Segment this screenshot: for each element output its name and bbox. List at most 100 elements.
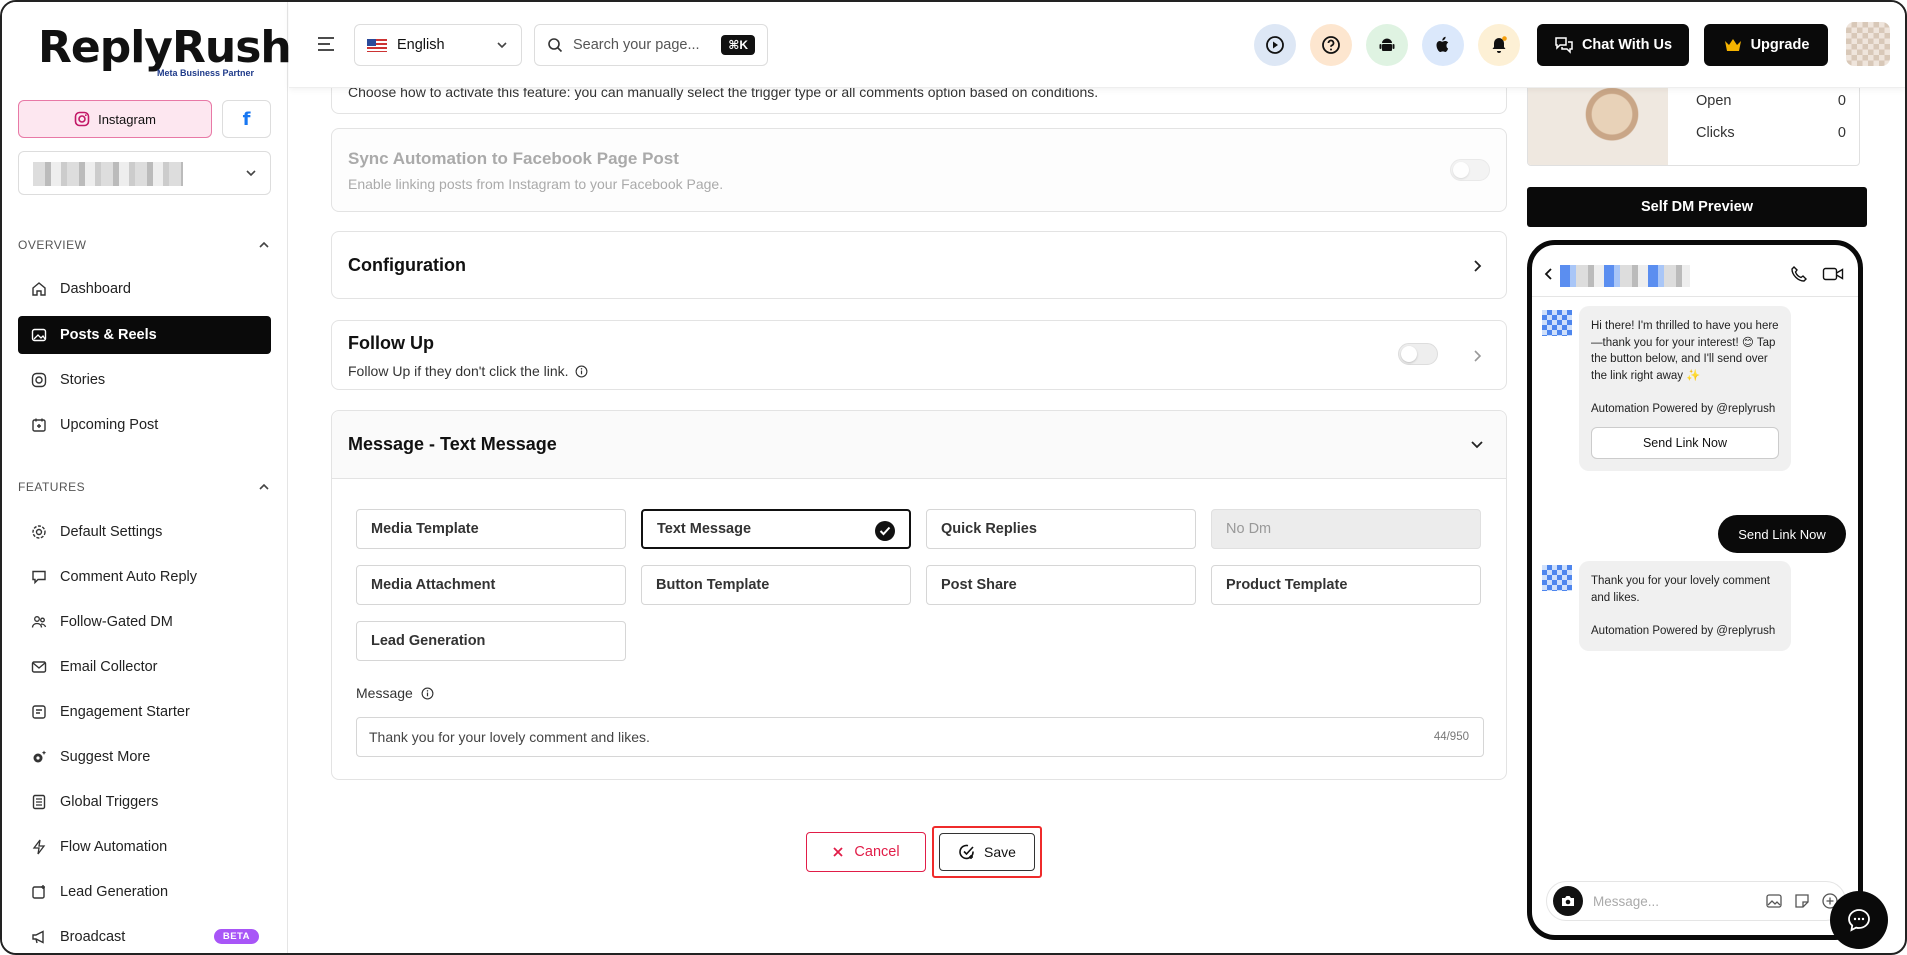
chevron-right-icon [1472, 349, 1484, 363]
chevron-down-icon [244, 166, 258, 180]
option-quick-replies[interactable]: Quick Replies [926, 509, 1196, 549]
lead-icon [30, 883, 48, 901]
post-thumbnail[interactable] [1528, 79, 1668, 165]
check-icon [875, 521, 895, 541]
sticker-icon[interactable] [1793, 892, 1811, 910]
facebook-account-button[interactable]: f [222, 100, 271, 138]
upgrade-button[interactable]: Upgrade [1704, 24, 1828, 66]
account-switcher: Instagram f [18, 100, 271, 138]
option-text-message[interactable]: Text Message [641, 509, 911, 549]
follow-up-description: Follow Up if they don't click the link. [348, 363, 569, 379]
send-link-now-button[interactable]: Send Link Now [1591, 427, 1779, 459]
self-dm-preview-title: Self DM Preview [1527, 187, 1867, 227]
video-tutorial-button[interactable] [1254, 24, 1296, 66]
character-counter: 44/950 [1433, 731, 1469, 743]
cancel-button[interactable]: Cancel [806, 832, 926, 872]
calendar-icon [30, 416, 48, 434]
sidebar-item-comment-auto-reply[interactable]: Comment Auto Reply [18, 558, 271, 596]
sidebar-item-label: Comment Auto Reply [60, 569, 198, 585]
features-title: FEATURES [18, 480, 86, 494]
message-textarea[interactable]: Thank you for your lovely comment and li… [356, 717, 1484, 757]
megaphone-icon [30, 928, 48, 946]
android-icon [1377, 35, 1397, 55]
overview-section-header[interactable]: OVERVIEW [18, 238, 271, 252]
follow-up-toggle[interactable] [1398, 343, 1438, 365]
follow-up-description-row: Follow Up if they don't click the link. [348, 363, 588, 379]
dm-bubble-2: Thank you for your lovely comment and li… [1579, 561, 1791, 651]
engagement-icon [30, 703, 48, 721]
overview-title: OVERVIEW [18, 238, 87, 252]
sidebar-item-stories[interactable]: Stories [18, 361, 271, 399]
stat-label: Open [1696, 93, 1732, 109]
sidebar-item-broadcast[interactable]: Broadcast BETA [18, 918, 271, 953]
sidebar-item-engagement-starter[interactable]: Engagement Starter [18, 693, 271, 731]
chat-with-us-button[interactable]: Chat With Us [1537, 24, 1689, 66]
option-lead-generation[interactable]: Lead Generation [356, 621, 626, 661]
cancel-label: Cancel [854, 844, 900, 860]
sidebar-item-follow-gated-dm[interactable]: Follow-Gated DM [18, 603, 271, 641]
language-select[interactable]: English [354, 24, 522, 66]
camera-icon[interactable] [1553, 886, 1583, 916]
sidebar-item-lead-generation[interactable]: Lead Generation [18, 873, 271, 911]
configuration-card[interactable]: Configuration [331, 231, 1507, 299]
video-call-icon [1822, 266, 1844, 282]
sidebar-item-global-triggers[interactable]: Global Triggers [18, 783, 271, 821]
account-select[interactable] [18, 151, 271, 195]
language-value: English [397, 37, 445, 53]
option-media-template[interactable]: Media Template [356, 509, 626, 549]
notifications-button[interactable] [1478, 24, 1520, 66]
option-label: Post Share [941, 577, 1017, 593]
sidebar-item-posts-reels[interactable]: Posts & Reels [18, 316, 271, 354]
option-product-template[interactable]: Product Template [1211, 565, 1481, 605]
gallery-icon[interactable] [1765, 892, 1783, 910]
android-app-button[interactable] [1366, 24, 1408, 66]
sidebar: ReplyRush Meta Business Partner Instagra… [2, 2, 292, 953]
sync-description: Enable linking posts from Instagram to y… [348, 176, 724, 192]
message-card-header[interactable]: Message - Text Message [332, 411, 1506, 479]
apple-icon [1433, 35, 1453, 55]
help-button[interactable] [1310, 24, 1352, 66]
sidebar-item-flow-automation[interactable]: Flow Automation [18, 828, 271, 866]
user-avatar[interactable] [1846, 22, 1890, 66]
sidebar-item-label: Upcoming Post [60, 417, 159, 433]
option-button-template[interactable]: Button Template [641, 565, 911, 605]
search-input[interactable]: Search your page... ⌘K [534, 24, 768, 66]
sidebar-item-label: Global Triggers [60, 794, 159, 810]
features-section-header[interactable]: FEATURES [18, 480, 271, 494]
info-icon [575, 365, 588, 378]
option-media-attachment[interactable]: Media Attachment [356, 565, 626, 605]
bolt-icon [30, 838, 48, 856]
save-button[interactable]: Save [939, 833, 1035, 871]
message-composer[interactable]: Message... [1546, 881, 1846, 921]
image-icon [30, 326, 48, 344]
sidebar-item-upcoming-post[interactable]: Upcoming Post [18, 406, 271, 444]
instagram-account-button[interactable]: Instagram [18, 100, 212, 138]
sidebar-item-email-collector[interactable]: Email Collector [18, 648, 271, 686]
sender-avatar [1542, 310, 1572, 336]
support-chat-button[interactable] [1830, 891, 1888, 949]
dm-bubble-2-text: Thank you for your lovely comment and li… [1591, 575, 1776, 637]
instagram-icon [74, 111, 90, 127]
ios-app-button[interactable] [1422, 24, 1464, 66]
sidebar-item-dashboard[interactable]: Dashboard [18, 270, 271, 308]
users-icon [30, 613, 48, 631]
chevron-up-icon [257, 238, 271, 252]
stat-label: Clicks [1696, 125, 1735, 141]
message-card: Message - Text Message Media Template Te… [331, 410, 1507, 780]
save-highlight: Save [932, 826, 1042, 878]
close-icon [832, 846, 844, 858]
sidebar-item-default-settings[interactable]: Default Settings [18, 513, 271, 551]
search-shortcut: ⌘K [721, 35, 755, 55]
sync-toggle[interactable] [1450, 159, 1490, 181]
follow-up-card[interactable]: Follow Up Follow Up if they don't click … [331, 320, 1507, 390]
sidebar-item-label: Default Settings [60, 524, 163, 540]
option-no-dm[interactable]: No Dm [1211, 509, 1481, 549]
sidebar-item-label: Broadcast [60, 929, 126, 945]
top-header: English Search your page... ⌘K Chat With… [289, 2, 1905, 88]
sidebar-item-suggest-more[interactable]: Suggest More [18, 738, 271, 776]
stat-value: 0 [1837, 125, 1846, 141]
message-value: Thank you for your lovely comment and li… [369, 729, 650, 745]
menu-toggle-icon[interactable] [316, 36, 336, 52]
option-post-share[interactable]: Post Share [926, 565, 1196, 605]
option-label: Text Message [657, 521, 752, 537]
